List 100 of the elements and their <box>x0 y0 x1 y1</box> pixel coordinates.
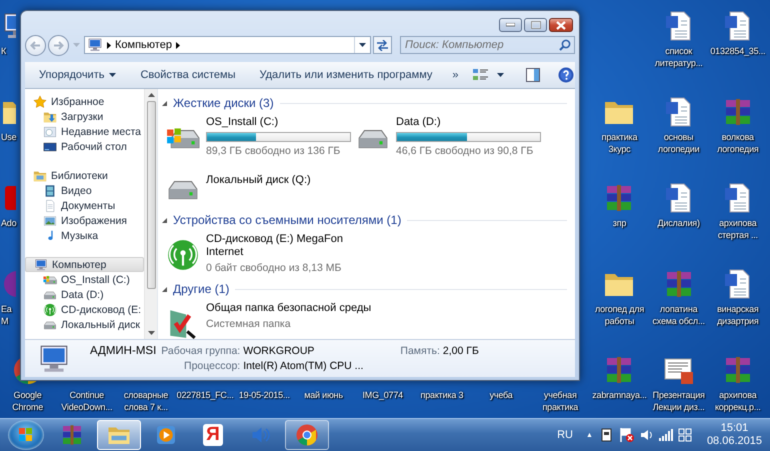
icon-label[interactable]: Ado <box>1 217 16 229</box>
sidebar-item[interactable]: Рабочий стол <box>25 139 144 154</box>
down-arrow-icon <box>148 331 154 335</box>
icon-label[interactable]: волкова логопедия <box>717 131 759 155</box>
toolbar-button[interactable]: Свойства системы <box>136 66 240 84</box>
minimize-button[interactable] <box>499 18 522 32</box>
icon-label[interactable]: логопед для работы <box>594 303 644 327</box>
icon-label[interactable]: К <box>1 45 6 57</box>
icon-label[interactable]: Use <box>1 131 16 143</box>
sidebar-item[interactable]: Видео <box>25 183 144 198</box>
collapse-icon[interactable] <box>162 100 167 106</box>
start-button[interactable] <box>8 420 44 450</box>
icon-label[interactable]: архипова коррекц.р... <box>714 389 761 413</box>
sidebar-item[interactable]: Недавние места <box>25 124 144 139</box>
taskbar-button[interactable]: Я <box>191 420 235 450</box>
icon-label[interactable]: май июнь <box>304 389 343 401</box>
sidebar-item[interactable]: Загрузки <box>25 109 144 124</box>
group-heading[interactable]: Устройства со съемными носителями (1) <box>173 213 402 227</box>
search-icon <box>559 39 571 51</box>
taskbar-button[interactable] <box>285 420 329 450</box>
icon-label[interactable]: учебная практика <box>542 389 578 413</box>
device-icon[interactable] <box>600 427 614 443</box>
library-icon <box>33 168 47 182</box>
breadcrumb-arrow-icon[interactable] <box>107 42 111 48</box>
sidebar-item[interactable]: OS_Install (C:) <box>25 272 144 287</box>
clock-date[interactable]: 08.06.2015 <box>706 435 762 448</box>
signal-icon[interactable] <box>658 428 673 442</box>
icon-label[interactable]: винарская дизартрия <box>717 303 759 327</box>
search-field[interactable]: Поиск: Компьютер <box>400 36 575 54</box>
scrollbar-thumb[interactable] <box>146 101 156 289</box>
back-button[interactable] <box>25 34 46 56</box>
icon-label[interactable]: практика 3 <box>420 389 464 401</box>
refresh-icon <box>376 40 389 50</box>
icon-label[interactable]: 0227815_FC... <box>176 389 234 401</box>
forward-button[interactable] <box>48 34 69 56</box>
window-icon <box>43 124 57 138</box>
group-heading[interactable]: Другие (1) <box>173 282 230 296</box>
icon-label[interactable]: зпр <box>612 217 626 229</box>
grid-icon[interactable] <box>678 428 692 442</box>
breadcrumb[interactable]: Компьютер <box>115 39 172 51</box>
icon-label[interactable]: Ea M <box>1 303 12 327</box>
speaker-icon[interactable] <box>640 428 654 442</box>
breadcrumb-arrow-icon[interactable] <box>176 42 180 48</box>
language-indicator[interactable]: RU <box>557 429 579 441</box>
sidebar-item[interactable]: Data (D:) <box>25 287 144 302</box>
picture-icon <box>43 214 57 228</box>
forward-arrow-icon <box>53 40 64 50</box>
item-name[interactable]: Общая папка безопасной среды <box>206 302 372 315</box>
sidebar-item[interactable]: CD-дисковод (E: <box>25 302 144 317</box>
icon-label[interactable]: практика 3курс <box>602 131 638 155</box>
collapse-icon[interactable] <box>162 218 167 222</box>
item-detail: 0 байт свободно из 8,13 МБ <box>206 262 342 275</box>
item-name[interactable]: Локальный диск (Q:) <box>206 174 311 187</box>
collapse-icon[interactable] <box>162 286 167 292</box>
organize-menu-button[interactable]: Упорядочить <box>35 66 120 84</box>
maximize-button[interactable] <box>524 18 547 32</box>
help-icon <box>558 67 574 83</box>
sidebar-item[interactable]: Изображения <box>25 213 144 228</box>
icon-label[interactable]: 0132854_35... <box>710 45 766 57</box>
windows-logo-icon <box>19 428 33 442</box>
sidebar-item[interactable]: Локальный диск <box>25 317 144 332</box>
sidebar-item[interactable]: Документы <box>25 198 144 213</box>
icon-label[interactable]: Continue VideoDown... <box>61 389 112 413</box>
icon-label[interactable]: IMG_0774 <box>362 389 403 401</box>
detail-value: Intel(R) Atom(TM) CPU ... <box>243 359 364 373</box>
icon-label[interactable]: zabramnaya... <box>592 389 647 401</box>
item-name[interactable]: OS_Install (C:) <box>206 116 351 129</box>
preview-pane-button[interactable] <box>524 66 542 84</box>
more-commands-button[interactable]: » <box>448 66 463 84</box>
sidebar-item[interactable]: Музыка <box>25 228 144 243</box>
icon-label[interactable]: архипова стертая ... <box>718 217 758 241</box>
sidebar-item[interactable]: Избранное <box>25 94 144 109</box>
refresh-button[interactable] <box>373 36 392 54</box>
detail-value: 2,00 ГБ <box>442 344 479 358</box>
address-bar[interactable]: Компьютер <box>84 36 371 54</box>
toolbar-button[interactable]: Удалить или изменить программу <box>255 66 436 84</box>
download-folder-icon <box>43 110 57 124</box>
icon-label[interactable]: Презентация Лекции диз... <box>652 389 705 413</box>
caret-icon <box>109 73 116 77</box>
icon-label[interactable]: список литератур... <box>654 45 703 69</box>
item-name[interactable]: Data (D:) <box>396 116 541 129</box>
view-dropdown-button[interactable] <box>494 71 506 79</box>
item-name[interactable]: CD-дисковод (E:) MegaFon Internet <box>206 233 381 259</box>
sidebar-item[interactable]: Компьютер <box>25 257 144 272</box>
document-icon <box>43 198 57 212</box>
close-button[interactable] <box>549 18 573 32</box>
detail-label: Процессор: <box>184 359 240 373</box>
icon-label[interactable]: 19-05-2015... <box>238 389 290 401</box>
icon-label[interactable]: Google Chrome <box>12 389 43 413</box>
taskbar-button[interactable] <box>97 420 141 450</box>
help-button[interactable] <box>556 65 576 85</box>
clock-time[interactable]: 15:01 <box>720 422 748 435</box>
icon-label[interactable]: основы логопедии <box>658 131 700 155</box>
group-heading[interactable]: Жесткие диски (3) <box>173 96 274 110</box>
icon-label[interactable]: словарные слова 7 к... <box>124 389 168 413</box>
icon-label[interactable]: лопатина схема обсл... <box>652 303 705 327</box>
flag-warning-icon[interactable] <box>618 427 635 443</box>
sidebar-item[interactable]: Библиотеки <box>25 168 144 183</box>
icon-label[interactable]: учеба <box>490 389 513 401</box>
icon-label[interactable]: Дислалия) <box>658 217 700 229</box>
